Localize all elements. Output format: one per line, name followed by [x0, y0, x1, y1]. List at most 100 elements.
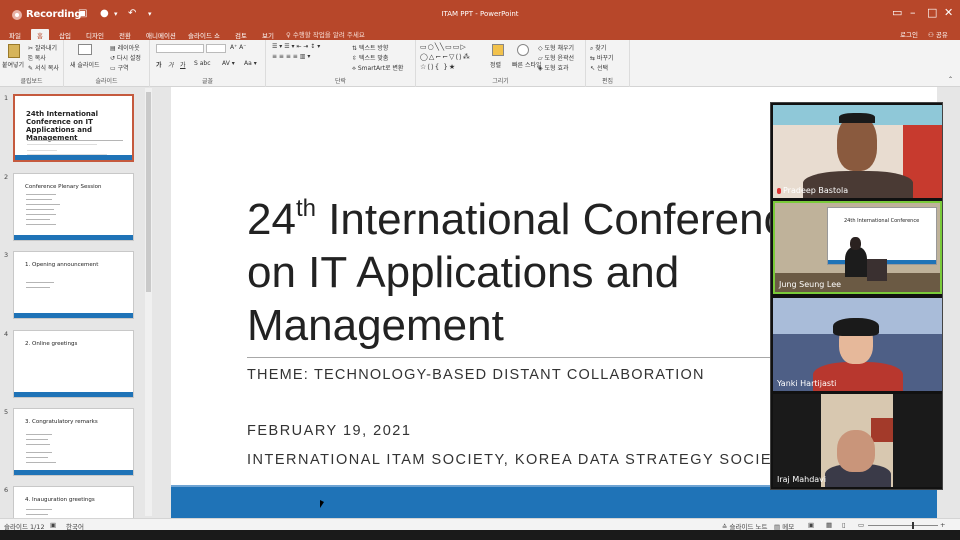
- select-button[interactable]: ↖ 선택: [590, 63, 608, 72]
- video-participants-panel: Pradeep Bastola 24th International Confe…: [770, 102, 943, 490]
- font-grow-icon[interactable]: A⁺ A⁻: [230, 44, 246, 51]
- thumbnail-text-line: [27, 150, 57, 151]
- slides-group-label: 슬라이드: [95, 78, 118, 85]
- ribbon-tabs: 파일 홈 삽입 디자인 전환 애니메이션 슬라이드 쇼 검토 보기 ♀ 수행할 …: [0, 28, 960, 40]
- slide-date[interactable]: FEBRUARY 19, 2021: [247, 423, 411, 439]
- format-painter-label: 서식 복사: [34, 65, 59, 72]
- font-size-box[interactable]: [206, 44, 226, 53]
- tell-me-search[interactable]: ♀ 수행할 작업을 알려 주세요: [286, 29, 365, 39]
- participant-tile-1[interactable]: Pradeep Bastola: [773, 105, 942, 198]
- shapes-gallery[interactable]: ▭○╲╲▭▭▷: [420, 43, 467, 51]
- replace-label: 바꾸기: [596, 55, 614, 62]
- paragraph-group: ☰ ▾ ☰ ▾ ⇤ ⇥ ↕ ▾ ≡ ≡ ≡ ≡ ▥ ▾ ⇅ 텍스트 방향 ⇳ 텍…: [266, 40, 416, 87]
- spacing-button[interactable]: AV ▾: [222, 60, 235, 67]
- paragraph-group-label: 단락: [334, 78, 347, 85]
- thumbnail-frame[interactable]: 4. Inauguration greetings: [13, 486, 134, 518]
- smartart-button[interactable]: ⟡ SmartArt로 변환: [352, 63, 403, 73]
- slideshow-icon[interactable]: ▭: [858, 521, 864, 529]
- bullets-button[interactable]: ☰ ▾ ☰ ▾ ⇤ ⇥ ↕ ▾: [272, 43, 320, 50]
- thumbnail-text-line: [26, 209, 54, 210]
- thumbnail-text-line: [26, 199, 52, 200]
- thumbnail-text-line: [26, 444, 50, 445]
- arrange-button[interactable]: 정렬: [490, 60, 501, 69]
- shape-outline-button[interactable]: ▱ 도형 윤곽선: [538, 53, 574, 62]
- layout-label: 레이아웃: [117, 45, 140, 52]
- normal-view-icon[interactable]: ▣: [808, 521, 814, 529]
- thumbnail-frame[interactable]: 2. Online greetings: [13, 330, 134, 398]
- thumbnails-scrollbar[interactable]: [145, 88, 152, 516]
- spellcheck-icon[interactable]: ▣: [50, 521, 56, 529]
- thumbnail-frame[interactable]: 1. Opening announcement: [13, 251, 134, 319]
- thumbnail-text-line: [26, 439, 48, 440]
- lightbulb-icon: ♀: [286, 31, 293, 39]
- align-buttons[interactable]: ≡ ≡ ≡ ≡ ▥ ▾: [272, 53, 310, 60]
- tab-home[interactable]: 홈: [31, 29, 49, 40]
- underline-button[interactable]: 가: [180, 60, 186, 69]
- tab-view[interactable]: 보기: [256, 29, 280, 40]
- scrollbar-thumb[interactable]: [146, 92, 151, 292]
- zoom-in-icon[interactable]: +: [940, 521, 945, 529]
- font-group: A⁺ A⁻ 가 가 가 S abc AV ▾ Aa ▾ 글꼴: [150, 40, 266, 87]
- shape-effects-button[interactable]: ◈ 도형 효과: [538, 63, 569, 72]
- collapse-ribbon-icon[interactable]: ⌃: [948, 76, 953, 83]
- tab-slideshow[interactable]: 슬라이드 쇼: [182, 29, 226, 40]
- slide-theme[interactable]: THEME: TECHNOLOGY-BASED DISTANT COLLABOR…: [247, 367, 705, 383]
- reset-button[interactable]: ↺ 다시 설정: [110, 53, 141, 62]
- thumbnail-text-line: [26, 214, 56, 215]
- slide-organizers[interactable]: INTERNATIONAL ITAM SOCIETY, KOREA DATA S…: [247, 452, 794, 468]
- find-button[interactable]: ⌕ 찾기: [590, 43, 606, 53]
- font-name-box[interactable]: [156, 44, 204, 53]
- shapes-gallery-row3[interactable]: ☆⟨⟩{ }★: [420, 63, 456, 71]
- thumbnail-frame[interactable]: 24th International Conference on IT Appl…: [13, 94, 134, 162]
- slide-thumbnails-panel: 1 24th International Conference on IT Ap…: [0, 87, 148, 518]
- cut-button[interactable]: ✂ 잘라내기: [28, 43, 57, 52]
- copy-button[interactable]: ⎘ 복사: [28, 53, 46, 63]
- close-icon[interactable]: ✕: [944, 6, 953, 19]
- tell-me-text: 수행할 작업을 알려 주세요: [292, 31, 365, 39]
- participant-hair: [839, 113, 875, 123]
- ribbon-options-icon[interactable]: ▭: [892, 6, 902, 19]
- bold-button[interactable]: 가: [156, 60, 162, 69]
- thumbnail-rule: [27, 140, 123, 141]
- zoom-slider[interactable]: [868, 525, 938, 526]
- zoom-slider-knob[interactable]: [912, 522, 914, 529]
- align-text-button[interactable]: ⇳ 텍스트 맞춤: [352, 53, 388, 62]
- strikethrough-button[interactable]: S abc: [194, 60, 211, 67]
- copy-label: 복사: [34, 55, 46, 62]
- reading-view-icon[interactable]: ▯: [842, 521, 846, 529]
- font-color-button[interactable]: Aa ▾: [244, 60, 257, 67]
- thumbnail-number: 5: [4, 408, 9, 416]
- tab-animations[interactable]: 애니메이션: [140, 29, 182, 40]
- tab-review[interactable]: 검토: [229, 29, 253, 40]
- participant-tile-4[interactable]: Iraj Mahdavi: [773, 394, 942, 487]
- shape-fill-button[interactable]: ◇ 도형 채우기: [538, 43, 574, 52]
- tab-transitions[interactable]: 전환: [113, 29, 137, 40]
- participant-name: Yanki Hartijasti: [777, 379, 837, 388]
- thumbnail-frame[interactable]: 3. Congratulatory remarks: [13, 408, 134, 476]
- cut-label: 잘라내기: [34, 45, 58, 52]
- text-direction-button[interactable]: ⇅ 텍스트 방향: [352, 43, 388, 52]
- editing-group: ⌕ 찾기 ⇆ 바꾸기 ↖ 선택 편집: [586, 40, 630, 87]
- login-button[interactable]: 로그인: [900, 29, 918, 39]
- thumbnail-frame[interactable]: Conference Plenary Session: [13, 173, 134, 241]
- minimize-icon[interactable]: –: [910, 6, 916, 19]
- new-slide-button[interactable]: 새 슬라이드: [70, 60, 100, 69]
- layout-button[interactable]: ▤ 레이아웃: [110, 43, 140, 52]
- tab-design[interactable]: 디자인: [80, 29, 110, 40]
- participant-tile-2[interactable]: 24th International Conference Jung Seung…: [773, 201, 942, 294]
- thumbnail-number: 6: [4, 486, 9, 494]
- replace-button[interactable]: ⇆ 바꾸기: [590, 53, 614, 62]
- share-button[interactable]: ⚇ 공유: [928, 29, 948, 39]
- shapes-gallery-row2[interactable]: ◯△⌐⌐▽⟨⟩⁂: [420, 53, 471, 61]
- tab-insert[interactable]: 삽입: [53, 29, 77, 40]
- tab-file[interactable]: 파일: [3, 29, 27, 40]
- slide-sorter-icon[interactable]: ▦: [826, 521, 832, 529]
- paste-button[interactable]: 붙여넣기: [2, 60, 24, 69]
- section-button[interactable]: ▭ 구역: [110, 63, 129, 72]
- thumbnail-number: 1: [4, 94, 9, 102]
- maximize-icon[interactable]: □: [927, 6, 937, 19]
- format-painter-button[interactable]: ✎ 서식 복사: [28, 63, 59, 72]
- participant-tile-3[interactable]: Yanki Hartijasti: [773, 298, 942, 391]
- italic-button[interactable]: 가: [168, 60, 174, 69]
- screen-bottom-edge: [0, 530, 960, 540]
